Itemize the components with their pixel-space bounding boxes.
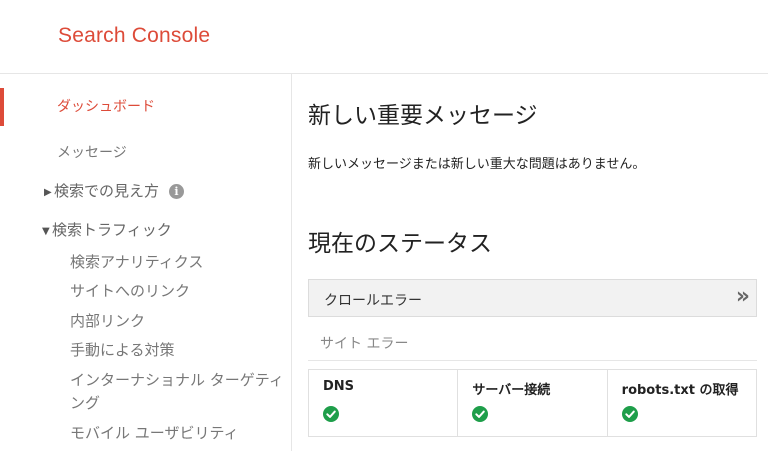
- sidebar-item-messages[interactable]: メッセージ: [57, 142, 127, 162]
- sidebar-subitem-international-targeting[interactable]: インターナショナル ターゲティ: [70, 369, 284, 390]
- site-errors-label: サイト エラー: [320, 336, 409, 352]
- sidebar-item-label: 検索トラフィック: [52, 221, 172, 239]
- sidebar-subitem-internal-links[interactable]: 内部リンク: [70, 310, 145, 331]
- status-title: 現在のステータス: [308, 231, 492, 257]
- info-icon[interactable]: i: [169, 184, 185, 199]
- sidebar-item-label: ダッシュボード: [57, 99, 155, 115]
- sidebar-item-search-appearance[interactable]: ▶ 検索での見え方 i: [44, 180, 185, 201]
- new-messages-title: 新しい重要メッセージ: [308, 103, 538, 129]
- sidebar-subitem-links-to-site[interactable]: サイトへのリンク: [70, 280, 190, 301]
- status-cell-label: robots.txt の取得: [621, 383, 739, 398]
- triangle-right-icon: ▶: [44, 187, 52, 198]
- active-indicator: [0, 88, 4, 126]
- sidebar-item-dashboard[interactable]: ダッシュボード: [57, 96, 155, 116]
- main-content: 新しい重要メッセージ 新しいメッセージまたは新しい重大な問題はありません。 現在…: [292, 74, 768, 451]
- triangle-down-icon: ▼: [42, 226, 50, 237]
- status-cell-server[interactable]: サーバー接続: [458, 370, 608, 436]
- status-cell-robots[interactable]: robots.txt の取得: [608, 370, 756, 436]
- sidebar-subitem-mobile-usability[interactable]: モバイル ユーザビリティ: [70, 422, 239, 443]
- new-messages-text: 新しいメッセージまたは新しい重大な問題はありません。: [308, 157, 646, 172]
- sidebar-item-label: メッセージ: [57, 145, 127, 161]
- status-cell-dns[interactable]: DNS: [309, 370, 459, 436]
- crawl-errors-panel[interactable]: クロールエラー ››: [308, 279, 757, 317]
- sidebar-subitem-manual-actions[interactable]: 手動による対策: [70, 339, 175, 360]
- crawl-errors-title: クロールエラー: [324, 293, 422, 309]
- check-circle-icon: [621, 406, 638, 422]
- check-circle-icon: [472, 406, 489, 422]
- check-circle-icon: [323, 406, 339, 422]
- sidebar-item-search-traffic[interactable]: ▼ 検索トラフィック: [42, 219, 172, 240]
- divider: [308, 360, 757, 361]
- sidebar-subitem-international-targeting-wrap[interactable]: ング: [70, 392, 100, 413]
- site-errors-status: DNS サーバー接続 robots.txt の取得: [308, 369, 757, 437]
- sidebar-subitem-search-analytics[interactable]: 検索アナリティクス: [70, 251, 203, 272]
- sidebar: ダッシュボード メッセージ ▶ 検索での見え方 i ▼ 検索トラフィック 検索アナリテ…: [0, 74, 292, 451]
- status-cell-label: DNS: [323, 379, 355, 394]
- brand-logo[interactable]: Search Console: [58, 24, 210, 48]
- double-chevron-right-icon[interactable]: ››: [736, 284, 750, 309]
- status-cell-label: サーバー接続: [472, 383, 551, 398]
- sidebar-item-label: 検索での見え方: [54, 182, 160, 200]
- app-header: Search Console: [0, 0, 768, 74]
